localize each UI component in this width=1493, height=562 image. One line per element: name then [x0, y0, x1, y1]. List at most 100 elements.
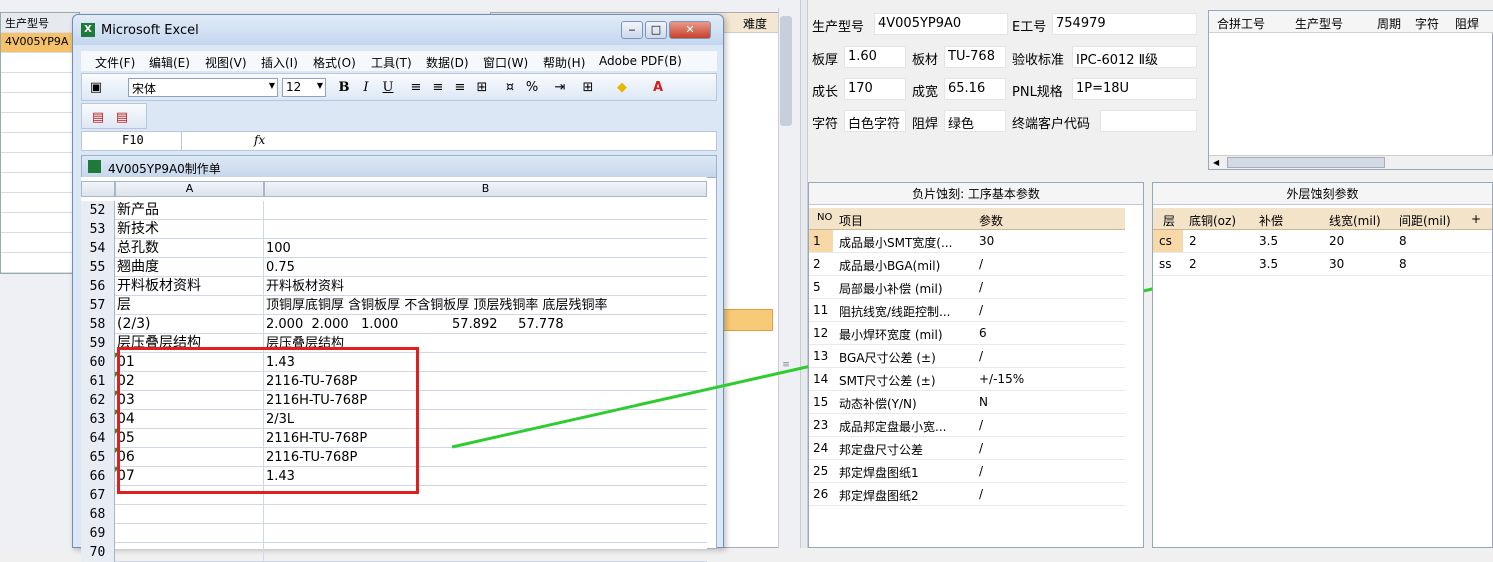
neg-col-no[interactable]: NO — [817, 212, 832, 223]
width-field[interactable]: 65.16 — [944, 78, 1006, 100]
negative-etching-row[interactable]: 24 邦定盘尺寸公差 / — [809, 437, 1125, 460]
combine-table: 合拼工号 生产型号 周期 字符 阻焊 ◀ — [1208, 10, 1493, 170]
outer-add-button[interactable]: + — [1471, 212, 1481, 226]
row-no: 25 — [813, 464, 829, 478]
combine-col-cycle[interactable]: 周期 — [1377, 15, 1401, 32]
char-label: 字符 — [812, 117, 839, 132]
row-param: / — [979, 464, 984, 478]
row-item: SMT尺寸公差 (±) — [839, 374, 936, 388]
row-item: 邦定盘尺寸公差 — [839, 443, 924, 457]
customer-code-field[interactable] — [1100, 110, 1197, 132]
row-copper: 2 — [1189, 234, 1197, 248]
thickness-label: 板厚 — [812, 53, 839, 68]
negative-etching-row[interactable]: 23 成品邦定盘最小宽... / — [809, 414, 1125, 437]
row-no: 24 — [813, 441, 829, 455]
pnl-field[interactable]: 1P=18U — [1072, 78, 1197, 100]
negative-etching-row[interactable]: 25 邦定焊盘图纸1 / — [809, 460, 1125, 483]
outer-etching-title: 外层蚀刻参数 — [1153, 183, 1492, 205]
row-no: 23 — [813, 418, 829, 432]
row-no: 14 — [813, 372, 829, 386]
pnl-label: PNL规格 — [1012, 85, 1063, 100]
outer-etching-row[interactable]: cs 2 3.5 20 8 — [1153, 230, 1492, 253]
row-param: 30 — [979, 234, 995, 248]
outer-etching-header: 层 底铜(oz) 补偿 线宽(mil) 间距(mil) + — [1153, 208, 1492, 230]
row-no: 1 — [809, 230, 833, 252]
negative-etching-row[interactable]: 12 最小焊环宽度 (mil) 6 — [809, 322, 1125, 345]
outer-col-layer[interactable]: 层 — [1163, 212, 1175, 229]
neg-col-item[interactable]: 项目 — [839, 212, 863, 229]
row-layer: ss — [1159, 257, 1172, 271]
row-param: 6 — [979, 326, 987, 340]
eno-field[interactable]: 754979 — [1052, 13, 1197, 35]
row-layer: cs — [1153, 230, 1183, 252]
combine-col-mask[interactable]: 阻焊 — [1455, 15, 1479, 32]
row-item: 局部最小补偿 (mil) — [839, 282, 943, 296]
row-no: 11 — [813, 303, 829, 317]
row-no: 12 — [813, 326, 829, 340]
width-label: 成宽 — [912, 85, 939, 100]
outer-col-linewidth[interactable]: 线宽(mil) — [1329, 212, 1381, 229]
outer-col-spacing[interactable]: 间距(mil) — [1399, 212, 1451, 229]
eno-label: E工号 — [1012, 20, 1047, 35]
row-comp: 3.5 — [1259, 257, 1279, 271]
outer-col-comp[interactable]: 补偿 — [1259, 212, 1283, 229]
model-field[interactable]: 4V005YP9A0 — [874, 13, 1008, 35]
row-param: / — [979, 280, 984, 294]
row-param: / — [979, 257, 984, 271]
thickness-field[interactable]: 1.60 — [844, 46, 906, 68]
negative-etching-row[interactable]: 2 成品最小BGA(mil) / — [809, 253, 1125, 276]
standard-field[interactable]: IPC-6012 Ⅱ级 — [1072, 46, 1197, 68]
combine-col-char[interactable]: 字符 — [1415, 15, 1439, 32]
row-spacing: 8 — [1399, 257, 1407, 271]
combine-col-job[interactable]: 合拼工号 — [1217, 15, 1265, 32]
combine-header: 合拼工号 生产型号 周期 字符 阻焊 — [1209, 11, 1493, 33]
material-field[interactable]: TU-768 — [944, 46, 1006, 68]
standard-label: 验收标准 — [1012, 53, 1065, 68]
row-no: 5 — [813, 280, 821, 294]
row-param: / — [979, 303, 984, 317]
row-item: 成品最小SMT宽度(... — [839, 236, 953, 250]
model-label: 生产型号 — [812, 20, 865, 35]
row-param: / — [979, 418, 984, 432]
row-param: / — [979, 487, 984, 501]
row-param: N — [979, 395, 988, 409]
mask-label: 阻焊 — [912, 117, 939, 132]
negative-etching-row[interactable]: 1 成品最小SMT宽度(... 30 — [809, 230, 1125, 253]
outer-etching-panel: 外层蚀刻参数 层 底铜(oz) 补偿 线宽(mil) 间距(mil) + cs 2… — [1152, 182, 1493, 548]
negative-etching-panel: 负片蚀刻: 工序基本参数 NO 项目 参数 1 成品最小SMT宽度(... 30 2 成… — [808, 182, 1144, 548]
mask-field[interactable]: 绿色 — [944, 110, 1006, 132]
row-item: 成品最小BGA(mil) — [839, 259, 941, 273]
outer-etching-row[interactable]: ss 2 3.5 30 8 — [1153, 253, 1492, 276]
row-spacing: 8 — [1399, 234, 1407, 248]
length-field[interactable]: 170 — [844, 78, 906, 100]
negative-etching-row[interactable]: 15 动态补偿(Y/N) N — [809, 391, 1125, 414]
material-label: 板材 — [912, 53, 939, 68]
scroll-thumb[interactable] — [1227, 157, 1385, 168]
combine-col-model[interactable]: 生产型号 — [1295, 15, 1343, 32]
row-param: / — [979, 441, 984, 455]
negative-etching-row[interactable]: 5 局部最小补偿 (mil) / — [809, 276, 1125, 299]
row-item: 动态补偿(Y/N) — [839, 397, 917, 411]
negative-etching-row[interactable]: 26 邦定焊盘图纸2 / — [809, 483, 1125, 506]
product-info-panel: 生产型号 4V005YP9A0 E工号 754979 板厚 1.60 板材 TU… — [808, 8, 1203, 158]
length-label: 成长 — [812, 85, 839, 100]
char-field[interactable]: 白色字符 — [844, 110, 906, 132]
row-linewidth: 20 — [1329, 234, 1345, 248]
negative-etching-row[interactable]: 11 阻抗线宽/线距控制... / — [809, 299, 1125, 322]
neg-col-param[interactable]: 参数 — [979, 212, 1003, 229]
scroll-left-icon[interactable]: ◀ — [1213, 158, 1219, 167]
negative-etching-header: NO 项目 参数 — [809, 208, 1125, 230]
row-no: 13 — [813, 349, 829, 363]
negative-etching-title: 负片蚀刻: 工序基本参数 — [809, 183, 1143, 205]
row-no: 26 — [813, 487, 829, 501]
negative-etching-row[interactable]: 14 SMT尺寸公差 (±) +/-15% — [809, 368, 1125, 391]
row-comp: 3.5 — [1259, 234, 1279, 248]
row-item: 邦定焊盘图纸1 — [839, 466, 919, 480]
outer-col-copper[interactable]: 底铜(oz) — [1189, 212, 1236, 229]
row-linewidth: 30 — [1329, 257, 1345, 271]
horizontal-scrollbar[interactable]: ◀ — [1209, 155, 1493, 169]
row-no: 2 — [813, 257, 821, 271]
row-no: 15 — [813, 395, 829, 409]
row-item: 成品邦定盘最小宽... — [839, 420, 947, 434]
negative-etching-row[interactable]: 13 BGA尺寸公差 (±) / — [809, 345, 1125, 368]
